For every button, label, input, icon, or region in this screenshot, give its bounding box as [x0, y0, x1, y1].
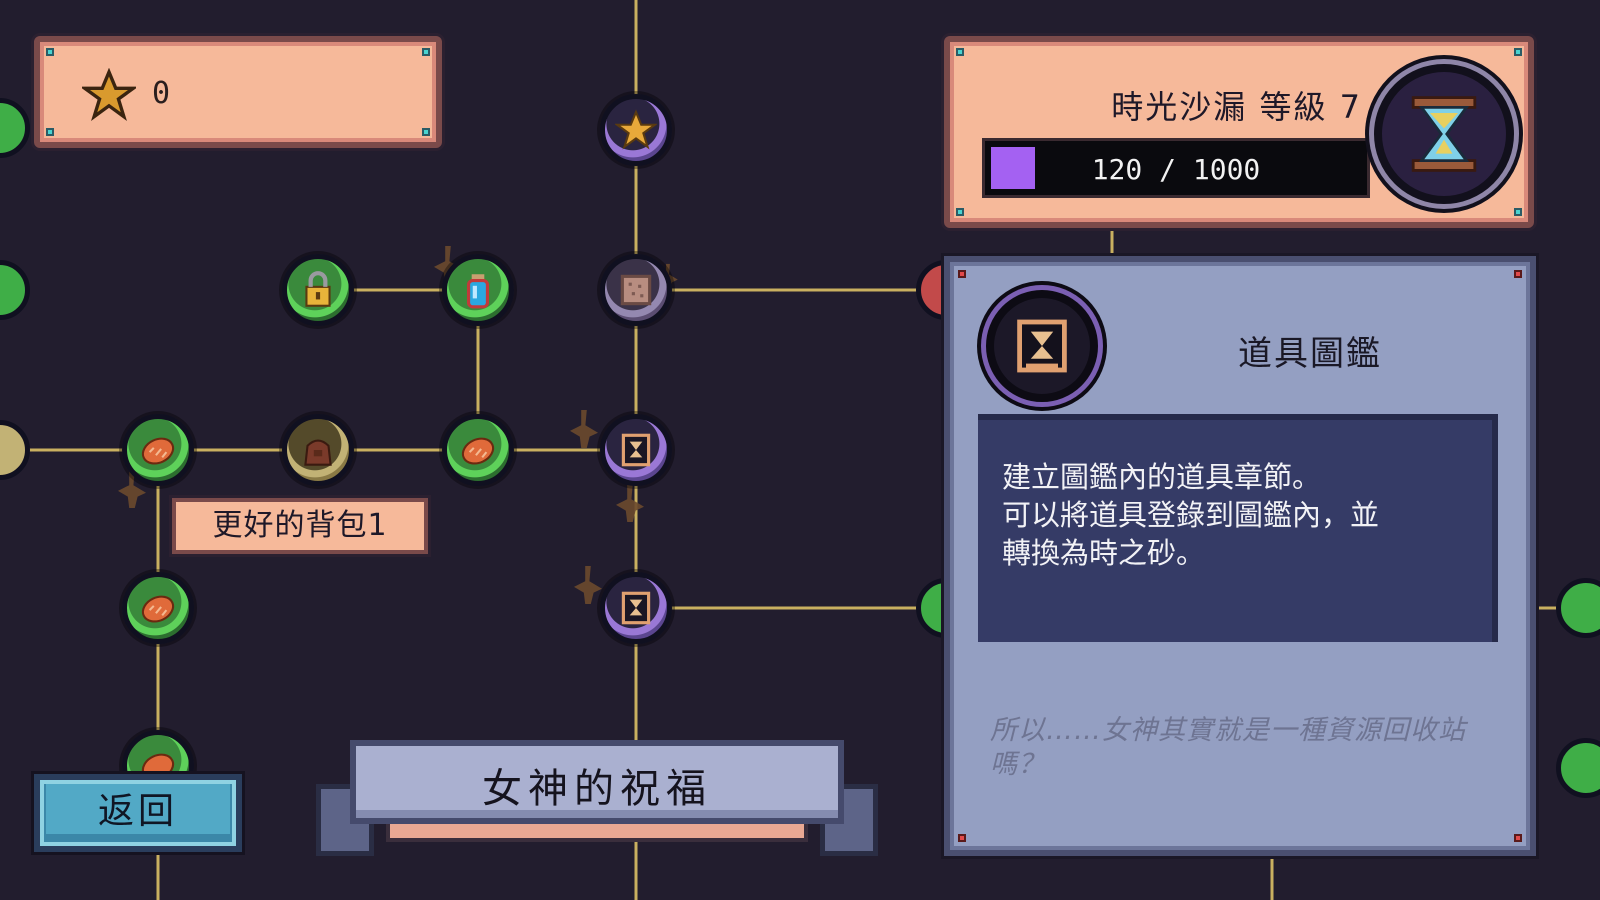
back-button[interactable]: 返回	[34, 774, 242, 852]
corner-gem	[422, 48, 430, 56]
skill-tree-screen: 更好的背包1 0 時光沙漏 等級 7 120 / 1000 道具圖鑑 建立圖鑑內…	[0, 0, 1600, 900]
potion-icon	[466, 274, 490, 309]
corner-gem	[46, 128, 54, 136]
skill-tooltip: 更好的背包1	[172, 498, 428, 554]
star-count: 0	[152, 76, 171, 111]
star-icon	[615, 109, 657, 150]
skill-node-bread[interactable]	[122, 572, 194, 644]
bread-icon	[141, 595, 175, 623]
book-icon	[621, 433, 651, 467]
bag-icon	[304, 439, 332, 466]
corner-gem	[46, 48, 54, 56]
skill-node-bread[interactable]	[442, 414, 514, 486]
skill-flavor-quote: 所以……女神其實就是一種資源回收站嗎？	[990, 715, 1466, 780]
skill-node-book[interactable]	[600, 414, 672, 486]
xp-progress-bar: 120 / 1000	[982, 138, 1370, 198]
skill-node-potion[interactable]	[442, 254, 514, 326]
skill-info-title: 道具圖鑑	[1238, 334, 1382, 374]
skill-info-panel: 道具圖鑑 建立圖鑑內的道具章節。 可以將道具登錄到圖鑑內，並 轉換為時之砂。 所…	[944, 256, 1536, 856]
banner-ribbon	[386, 824, 808, 842]
skill-node-bread[interactable]	[122, 414, 194, 486]
skill-info-icon	[986, 290, 1098, 402]
book-icon	[621, 591, 651, 625]
skill-description: 建立圖鑑內的道具章節。 可以將道具登錄到圖鑑內，並 轉換為時之砂。	[1002, 460, 1380, 570]
skill-node-scroll[interactable]	[600, 254, 672, 326]
corner-gem	[1514, 208, 1522, 216]
banner-body: 女神的祝福	[350, 740, 844, 824]
corner-gem	[956, 48, 964, 56]
skill-node-book[interactable]	[600, 572, 672, 644]
corner-gem	[958, 834, 966, 842]
page-title: 女神的祝福	[482, 766, 712, 812]
scroll-icon	[620, 274, 652, 306]
corner-gem	[956, 208, 964, 216]
book-icon	[1017, 319, 1067, 373]
hourglass-badge	[1374, 64, 1514, 204]
bread-icon	[461, 437, 495, 465]
skill-node-lock[interactable]	[282, 254, 354, 326]
hourglass-level-title: 時光沙漏 等級 7	[1111, 88, 1362, 126]
star-counter-panel: 0	[34, 36, 442, 148]
skill-node-star[interactable]	[600, 94, 672, 166]
skill-node-bag[interactable]	[282, 414, 354, 486]
bread-icon	[141, 437, 175, 465]
skill-description-box: 建立圖鑑內的道具章節。 可以將道具登錄到圖鑑內，並 轉換為時之砂。	[978, 414, 1498, 642]
xp-progress-text: 120 / 1000	[1091, 153, 1261, 186]
title-banner: 女神的祝福	[316, 740, 878, 860]
lock-icon	[305, 271, 331, 307]
corner-gem	[422, 128, 430, 136]
corner-gem	[958, 270, 966, 278]
hourglass-icon	[1411, 96, 1477, 172]
corner-gem	[1514, 48, 1522, 56]
corner-gem	[1514, 270, 1522, 278]
corner-gem	[1514, 834, 1522, 842]
star-icon	[82, 68, 136, 121]
